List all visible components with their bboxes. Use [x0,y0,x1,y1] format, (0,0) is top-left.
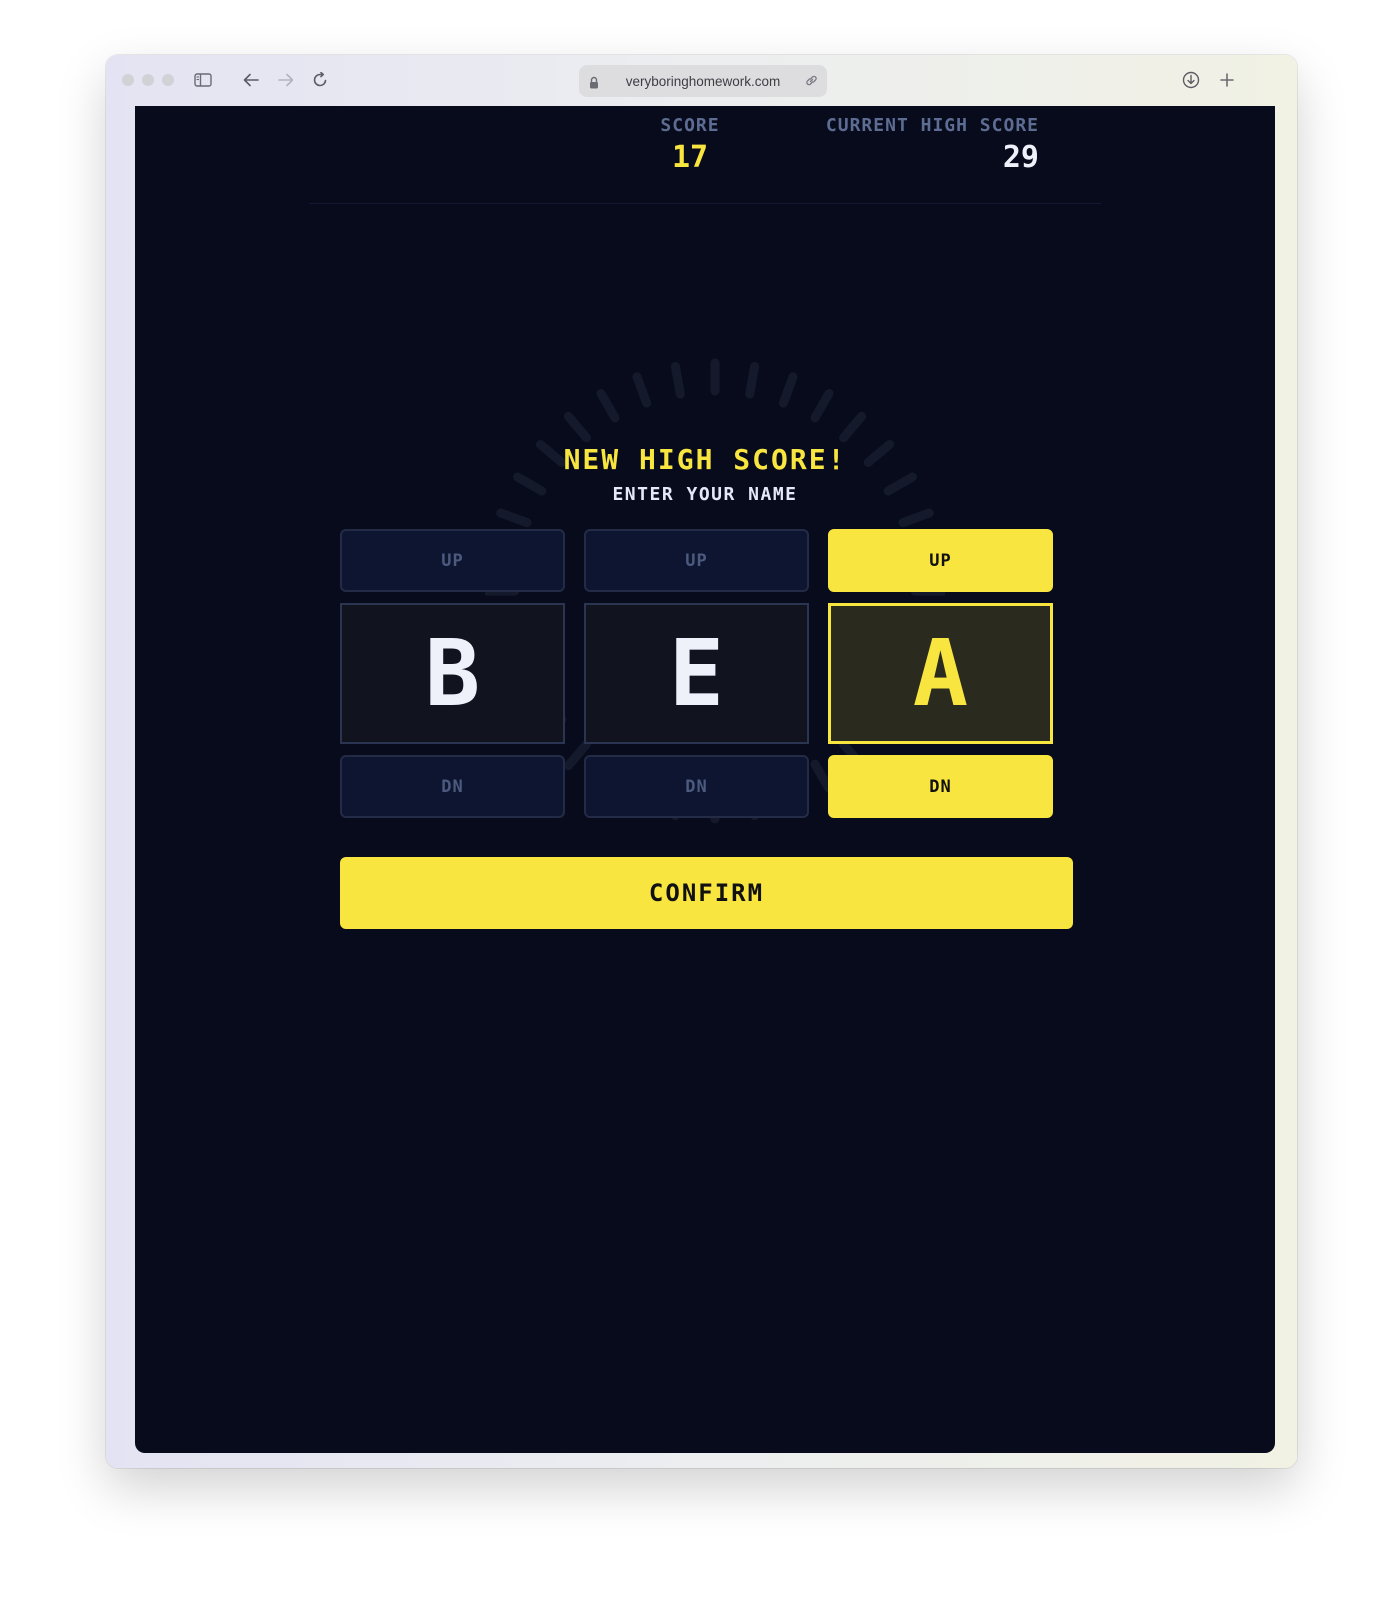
sunburst-ray [745,361,760,399]
dialog-subtitle: ENTER YOUR NAME [612,484,798,505]
score-label: SCORE [660,115,720,136]
sunburst-ray [670,361,685,399]
letter-down-button[interactable]: DN [828,755,1053,818]
sunburst-ray [810,759,834,793]
letter-down-button[interactable]: DN [340,755,565,818]
sunburst-ray [898,508,934,528]
sunburst-ray [810,389,834,423]
sunburst-ray [839,411,867,443]
header-divider [309,203,1101,204]
high-score-value: 29 [1002,140,1039,175]
back-arrow-icon[interactable] [238,67,264,93]
dialog-title: NEW HIGH SCORE! [563,443,847,476]
sunburst-ray [563,411,591,443]
reload-icon[interactable] [307,67,333,93]
letter-slot-2: UP E DN [584,529,809,818]
download-icon[interactable] [1178,67,1204,93]
sidebar-icon[interactable] [190,67,216,93]
letter-up-button[interactable]: UP [340,529,565,592]
forward-arrow-icon[interactable] [273,67,299,93]
browser-window: veryboringhomework.com SCORE 17 CURRENT … [106,55,1297,1468]
letter-slot-1: UP B DN [340,529,565,818]
high-score-label: CURRENT HIGH SCORE [825,115,1039,136]
letter-up-button[interactable]: UP [584,529,809,592]
score-panel: SCORE 17 [650,115,730,175]
address-bar[interactable]: veryboringhomework.com [579,65,827,97]
score-value: 17 [671,140,709,175]
maximize-window-dot[interactable] [162,74,174,86]
letter-display: A [828,603,1053,744]
url-text: veryboringhomework.com [625,73,781,89]
game-viewport: SCORE 17 CURRENT HIGH SCORE 29 NEW HIGH … [135,106,1275,1453]
letter-up-button[interactable]: UP [828,529,1053,592]
minimize-window-dot[interactable] [142,74,154,86]
new-tab-icon[interactable] [1214,67,1240,93]
sunburst-ray [632,372,652,408]
link-icon[interactable] [804,73,819,92]
sunburst-ray [596,389,620,423]
sunburst-ray [778,372,798,408]
letter-slot-3: UP A DN [828,529,1053,818]
browser-toolbar: veryboringhomework.com [106,55,1297,106]
close-window-dot[interactable] [122,74,134,86]
letter-display: B [340,603,565,744]
sunburst-ray [496,508,532,528]
letter-down-button[interactable]: DN [584,755,809,818]
high-score-panel: CURRENT HIGH SCORE 29 [789,115,1039,175]
letter-display: E [584,603,809,744]
confirm-button[interactable]: CONFIRM [340,857,1073,929]
